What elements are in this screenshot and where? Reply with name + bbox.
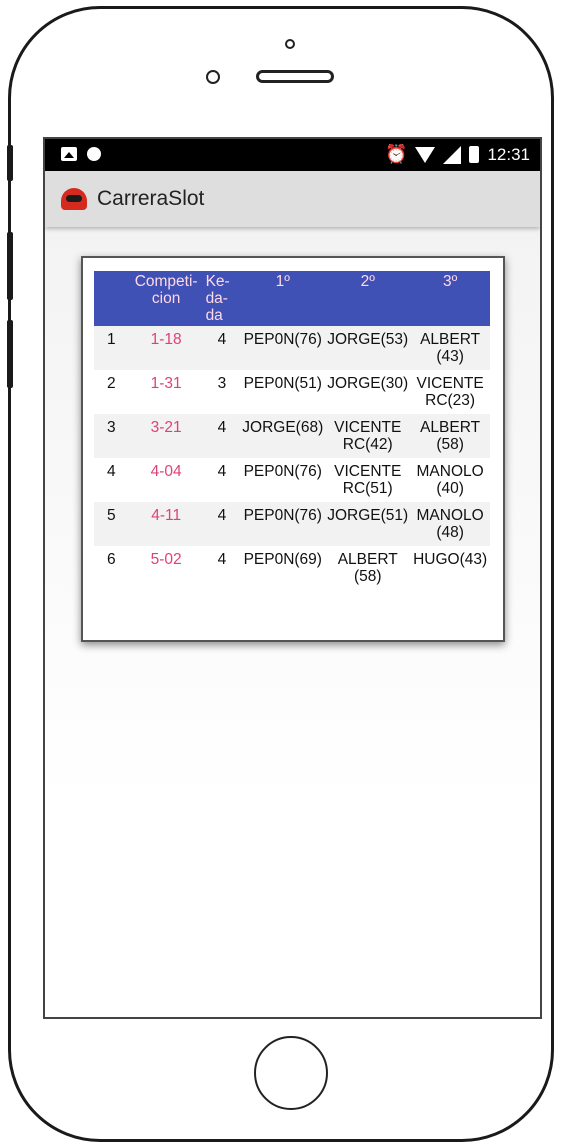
wifi-icon — [415, 146, 436, 163]
second-place-cell: ALBERT (58) — [325, 546, 411, 590]
third-place-cell: ALBERT (43) — [410, 326, 490, 370]
competition-cell: 3-21 — [128, 414, 204, 458]
second-place-cell: VICENTE RC(51) — [325, 458, 411, 502]
kedada-cell: 4 — [203, 458, 241, 502]
competition-cell: 1-31 — [128, 370, 204, 414]
first-place-cell: PEP0N(76) — [240, 502, 326, 546]
table-row[interactable]: 2 1-31 3 PEP0N(51) JORGE(30) VICENTE RC(23) — [94, 370, 490, 414]
phone-side-button-volume-down — [7, 320, 13, 388]
header-third[interactable]: 3º — [410, 271, 490, 326]
first-place-cell: PEP0N(76) — [240, 326, 326, 370]
second-place-cell: JORGE(30) — [325, 370, 411, 414]
header-kedada[interactable]: Ke-da-da — [203, 271, 241, 326]
table-row[interactable]: 6 5-02 4 PEP0N(69) ALBERT (58) HUGO(43) — [94, 546, 490, 590]
kedada-cell: 4 — [203, 502, 241, 546]
app-screen: ⏰ 12:31 CarreraSlot Competi-cion Ke-da-d… — [43, 137, 542, 1019]
third-place-cell: MANOLO (48) — [410, 502, 490, 546]
third-place-cell: ALBERT (58) — [410, 414, 490, 458]
speaker-grille — [256, 70, 334, 83]
kedada-cell: 4 — [203, 546, 241, 590]
kedada-cell: 4 — [203, 326, 241, 370]
sensor-icon — [206, 70, 220, 84]
table-row[interactable]: 3 3-21 4 JORGE(68) VICENTE RC(42) ALBERT (58) — [94, 414, 490, 458]
alarm-icon: ⏰ — [385, 144, 408, 164]
status-bar: ⏰ 12:31 — [45, 139, 540, 171]
app-bar: CarreraSlot — [45, 171, 540, 227]
front-camera-icon — [285, 39, 295, 49]
first-place-cell: PEP0N(51) — [240, 370, 326, 414]
third-place-cell: HUGO(43) — [410, 546, 490, 590]
row-index: 2 — [94, 370, 129, 414]
first-place-cell: JORGE(68) — [240, 414, 326, 458]
battery-icon — [469, 146, 480, 163]
header-second[interactable]: 2º — [325, 271, 411, 326]
kedada-cell: 3 — [203, 370, 241, 414]
second-place-cell: JORGE(53) — [325, 326, 411, 370]
circle-icon — [87, 147, 101, 161]
row-index: 6 — [94, 546, 129, 590]
row-index: 5 — [94, 502, 129, 546]
header-first[interactable]: 1º — [240, 271, 326, 326]
phone-side-button-mute — [7, 145, 13, 181]
home-button[interactable] — [254, 1036, 328, 1110]
second-place-cell: JORGE(51) — [325, 502, 411, 546]
phone-side-button-volume-up — [7, 232, 13, 300]
app-title: CarreraSlot — [97, 187, 205, 210]
table-header-row: Competi-cion Ke-da-da 1º 2º 3º — [94, 271, 490, 326]
table-row[interactable]: 5 4-11 4 PEP0N(76) JORGE(51) MANOLO (48) — [94, 502, 490, 546]
table-row[interactable]: 4 4-04 4 PEP0N(76) VICENTE RC(51) MANOLO (40) — [94, 458, 490, 502]
header-competicion[interactable]: Competi-cion — [128, 271, 204, 326]
table-row[interactable]: 1 1-18 4 PEP0N(76) JORGE(53) ALBERT (43) — [94, 326, 490, 370]
image-icon — [61, 147, 77, 161]
helmet-icon[interactable] — [61, 188, 87, 210]
second-place-cell: VICENTE RC(42) — [325, 414, 411, 458]
results-table: Competi-cion Ke-da-da 1º 2º 3º 1 1-18 4 PEP… — [94, 271, 490, 590]
row-index: 1 — [94, 326, 129, 370]
competition-cell: 4-11 — [128, 502, 204, 546]
kedada-cell: 4 — [203, 414, 241, 458]
competition-cell: 5-02 — [128, 546, 204, 590]
status-time: 12:31 — [487, 144, 530, 164]
third-place-cell: MANOLO (40) — [410, 458, 490, 502]
third-place-cell: VICENTE RC(23) — [410, 370, 490, 414]
results-card: Competi-cion Ke-da-da 1º 2º 3º 1 1-18 4 PEP… — [81, 256, 505, 642]
header-index — [94, 271, 129, 326]
competition-cell: 4-04 — [128, 458, 204, 502]
first-place-cell: PEP0N(76) — [240, 458, 326, 502]
competition-cell: 1-18 — [128, 326, 204, 370]
signal-icon — [443, 145, 462, 164]
first-place-cell: PEP0N(69) — [240, 546, 326, 590]
row-index: 3 — [94, 414, 129, 458]
row-index: 4 — [94, 458, 129, 502]
